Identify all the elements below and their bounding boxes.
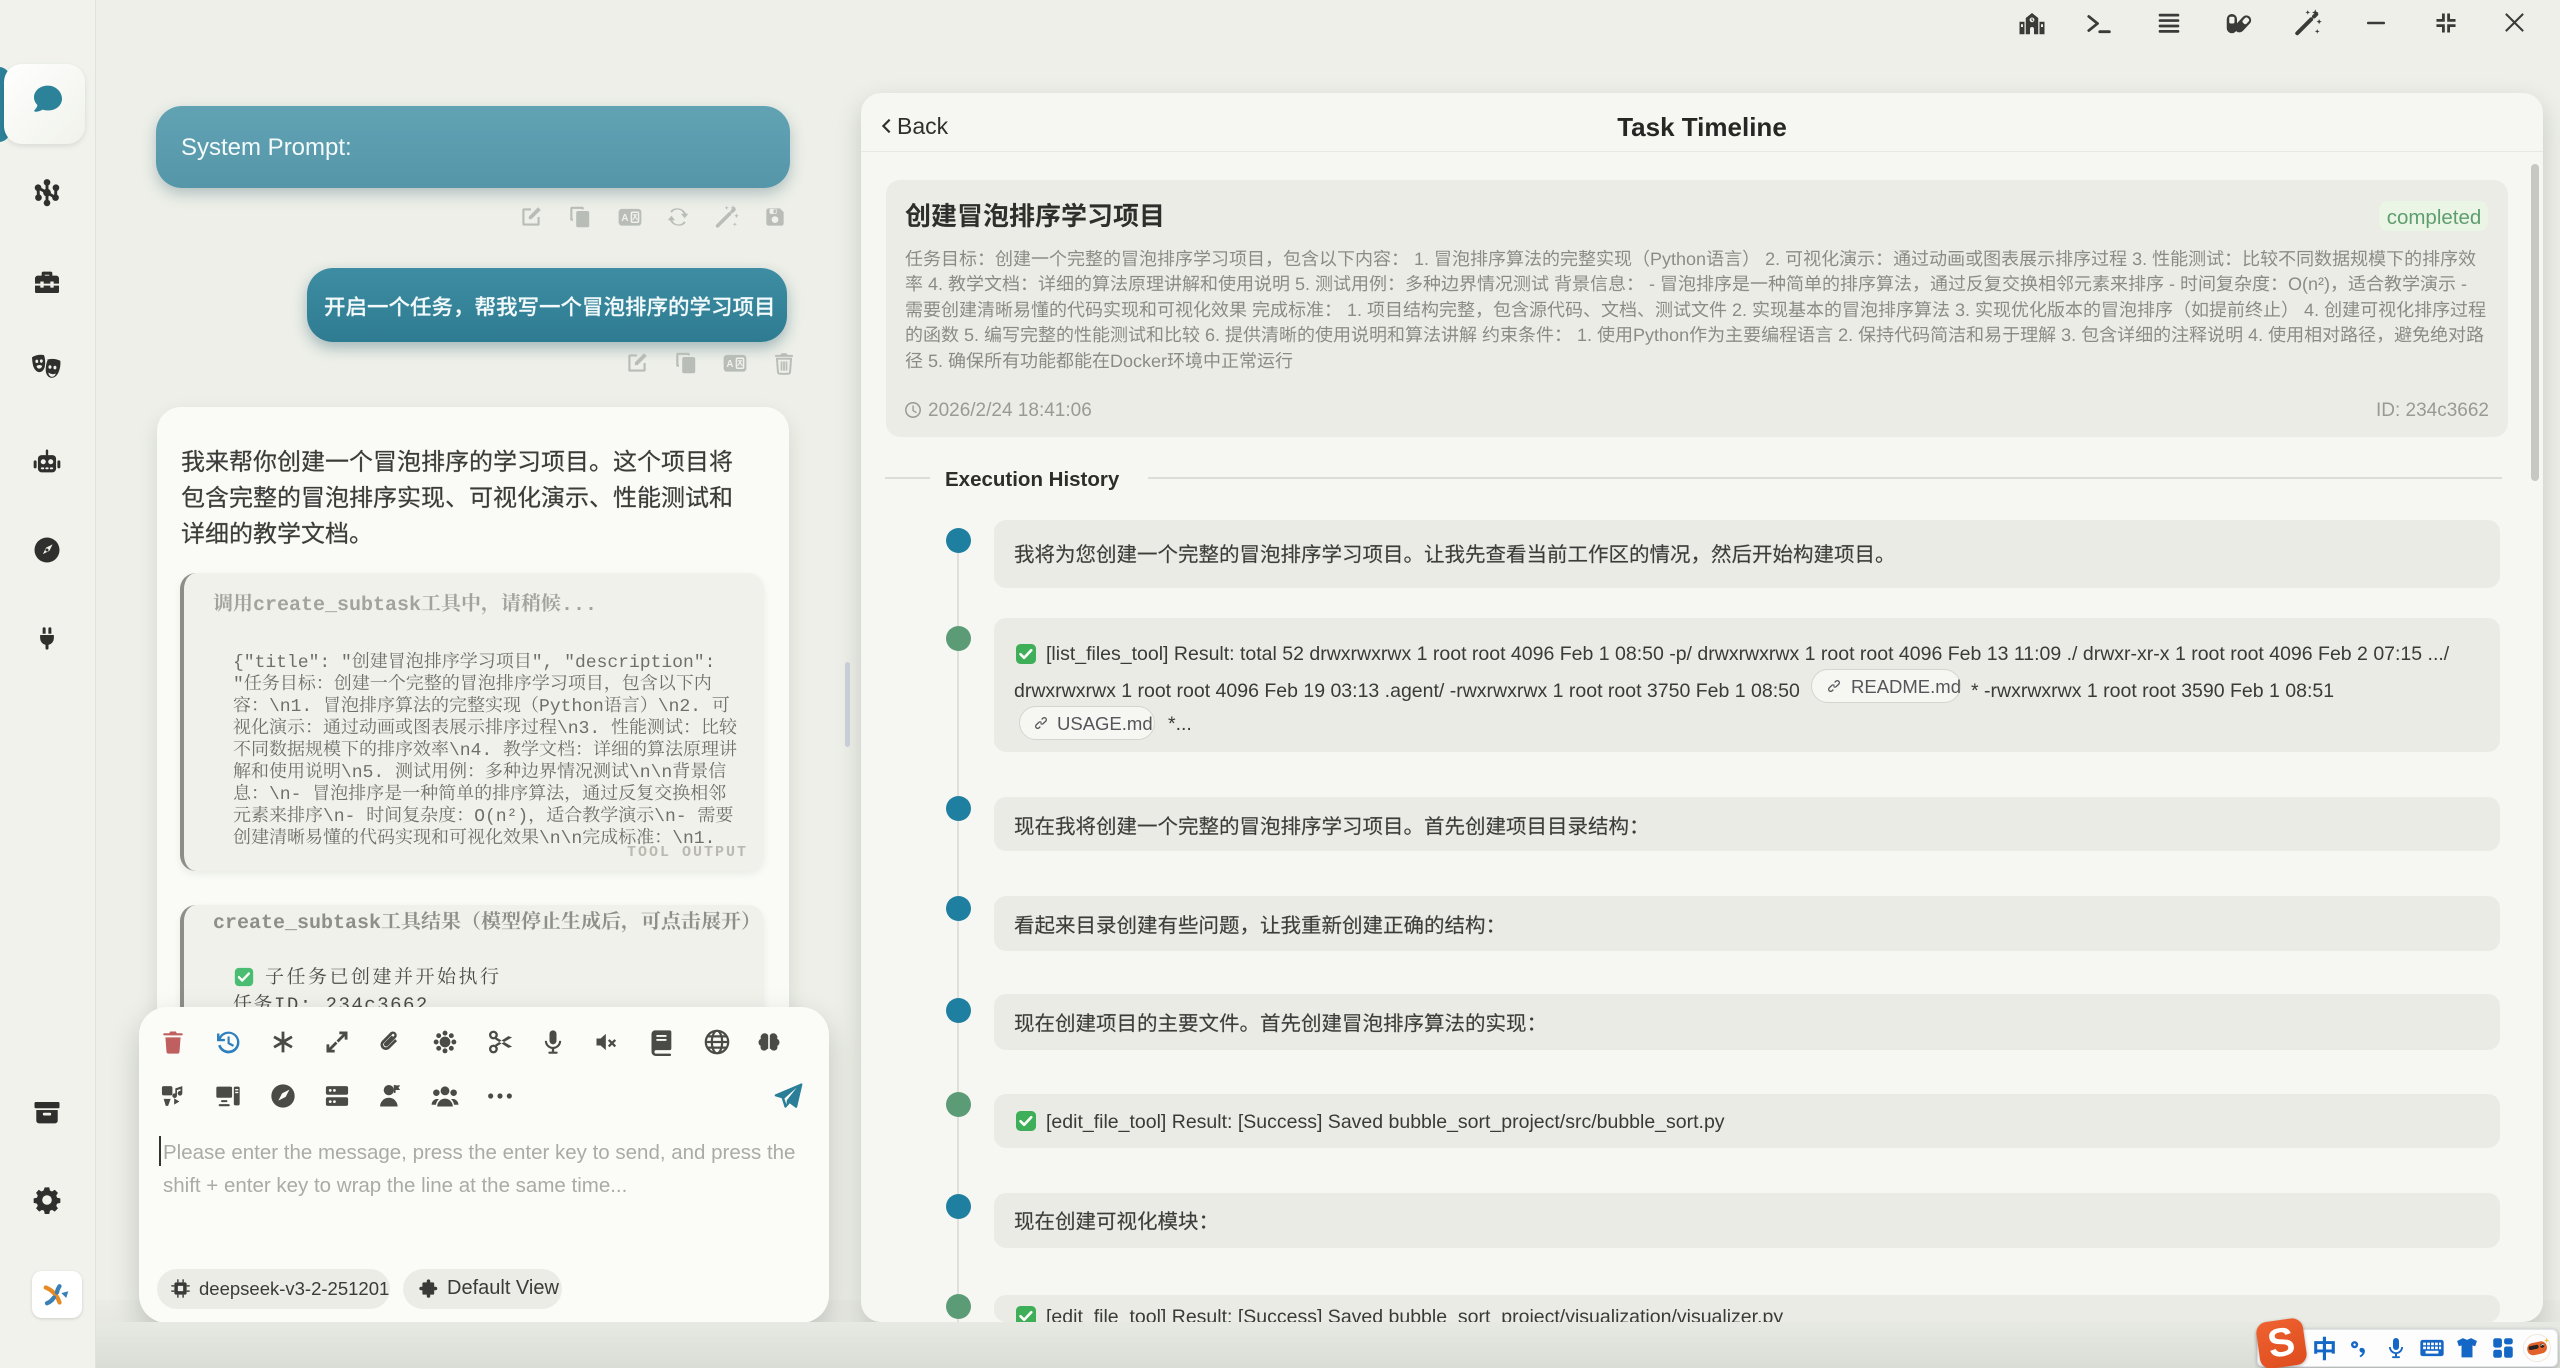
- svg-text:A: A: [726, 359, 733, 370]
- svg-text:A: A: [621, 213, 628, 224]
